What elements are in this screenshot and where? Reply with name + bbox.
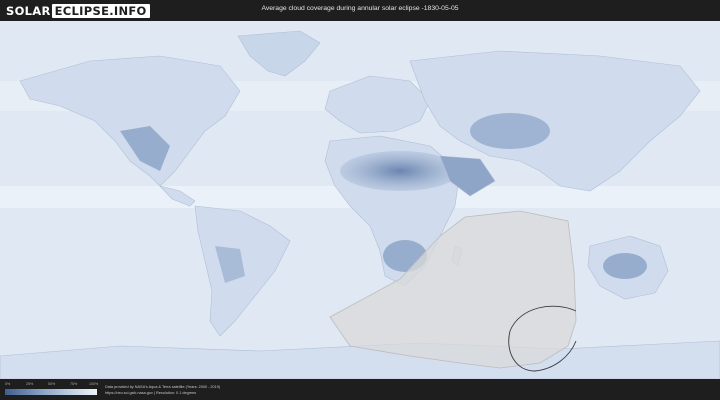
legend-tick-labels: 0% 25% 50% 75% 100% [5, 382, 99, 388]
credit-line-url[interactable]: https://neo.sci.gsfc.nasa.gov | Resoluti… [105, 390, 220, 396]
legend-tick-75: 75% [70, 382, 78, 386]
header-bar: SOLAR ECLIPSE.INFO Average cloud coverag… [0, 0, 720, 21]
legend-tick-0: 0% [5, 382, 11, 386]
data-credits: Data provided by NASA's Aqua & Terra sat… [105, 384, 220, 396]
cloud-coverage-map [0, 21, 720, 379]
legend-tick-100: 100% [89, 382, 99, 386]
legend-tick-50: 50% [48, 382, 56, 386]
world-map-svg [0, 21, 720, 379]
cloud-coverage-legend-bar [5, 389, 97, 395]
cloudfree-area-central-asia [470, 113, 550, 149]
footer-bar: 0% 25% 50% 75% 100% Data provided by NAS… [0, 379, 720, 400]
cloudfree-area-australia [603, 253, 647, 279]
legend-tick-25: 25% [26, 382, 34, 386]
page-title: Average cloud coverage during annular so… [261, 5, 459, 12]
